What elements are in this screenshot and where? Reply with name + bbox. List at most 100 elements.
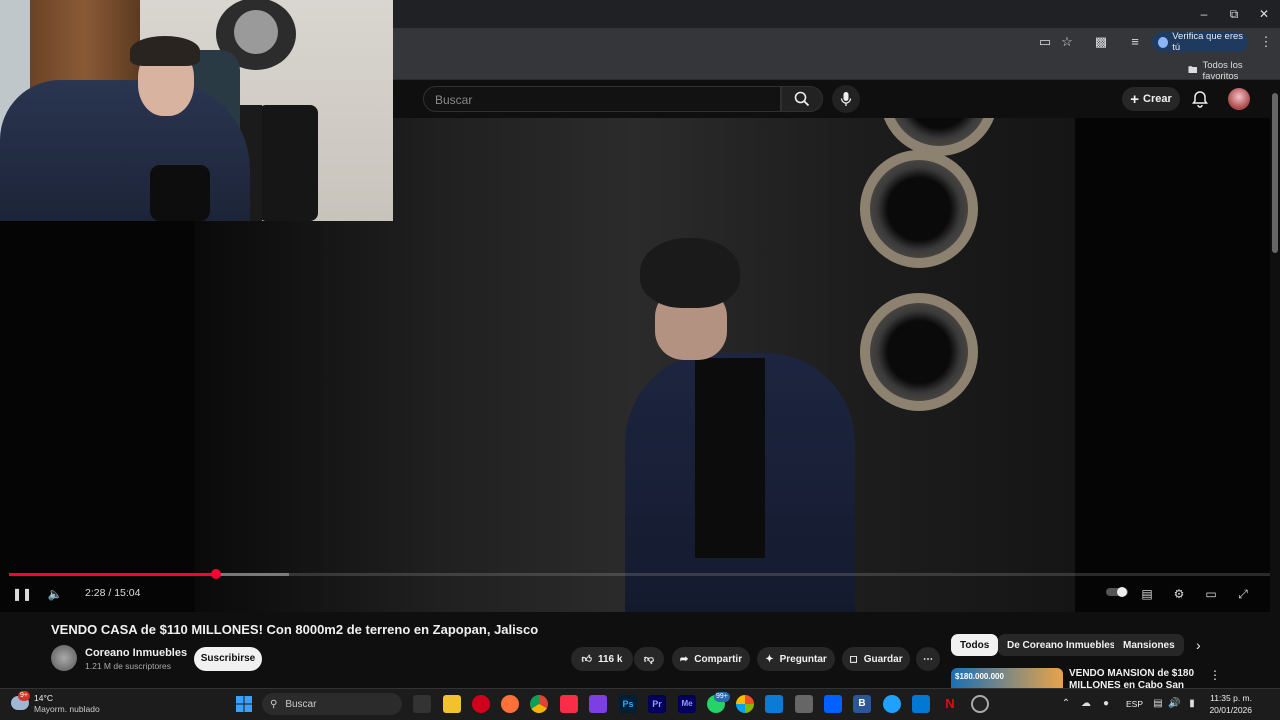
person-hair xyxy=(640,238,740,308)
copilot-icon[interactable] xyxy=(736,695,754,713)
bookmark-icon: ◻ xyxy=(849,653,858,665)
app-icon[interactable] xyxy=(589,695,607,713)
speaker-icon[interactable]: 🔊 xyxy=(1168,698,1180,710)
folder-icon: 🖿 xyxy=(1188,65,1198,76)
weather-badge: 9+ xyxy=(18,691,30,701)
video-title: VENDO CASA de $110 MILLONES! Con 8000m2 … xyxy=(51,622,539,637)
reading-list-icon[interactable]: ≡ xyxy=(1126,33,1144,51)
webcam-overlay xyxy=(0,0,393,221)
recommendation-thumbnail[interactable]: $180.000.000 xyxy=(951,668,1063,690)
opera-icon[interactable] xyxy=(472,695,490,713)
battery-icon[interactable]: ▮ xyxy=(1186,698,1198,710)
wall-art-figure xyxy=(234,10,278,54)
save-button[interactable]: ◻ Guardar xyxy=(842,647,910,671)
profile-icon xyxy=(1158,36,1169,48)
chrome-icon[interactable] xyxy=(530,695,548,713)
premiere-icon[interactable]: Pr xyxy=(648,695,666,713)
save-label: Guardar xyxy=(863,653,903,665)
all-bookmarks-label: Todos los favoritos xyxy=(1202,60,1243,82)
language-indicator[interactable]: ESP xyxy=(1126,699,1143,709)
notifications-button[interactable] xyxy=(1190,89,1210,109)
recommendation-title[interactable]: VENDO MANSIÓN de $180 MILLONES en Cabo S… xyxy=(1069,668,1201,690)
search-input[interactable]: Buscar xyxy=(423,86,781,112)
more-horizontal-icon: ⋯ xyxy=(923,653,933,665)
weather-description: Mayorm. nublado xyxy=(34,704,100,714)
photoshop-icon[interactable]: Ps xyxy=(619,695,637,713)
account-avatar[interactable] xyxy=(1228,88,1250,110)
store-icon[interactable] xyxy=(765,695,783,713)
miniplayer-icon[interactable]: ▭ xyxy=(1202,585,1220,603)
progress-played xyxy=(9,573,216,576)
whatsapp-badge: 99+ xyxy=(714,692,730,702)
subtitles-icon[interactable]: ▤ xyxy=(1138,585,1156,603)
media-encoder-icon[interactable]: Me xyxy=(678,695,696,713)
weather-temperature: 14°C xyxy=(34,693,53,703)
scrollbar-thumb[interactable] xyxy=(1272,93,1278,253)
channel-subscribers: 1.21 M de suscriptores xyxy=(85,661,171,671)
voice-search-button[interactable] xyxy=(832,85,860,113)
firefox-icon[interactable] xyxy=(501,695,519,713)
thumbs-up-icon: 👍︎ xyxy=(581,654,592,665)
taskbar-search[interactable]: ⚲ Buscar xyxy=(262,693,402,715)
bookmark-star-icon[interactable]: ☆ xyxy=(1058,33,1076,51)
channel-name[interactable]: Coreano Inmuebles xyxy=(85,647,187,659)
obs-icon[interactable] xyxy=(971,695,989,713)
create-button[interactable]: + Crear xyxy=(1122,87,1180,111)
taskbar-search-label: Buscar xyxy=(285,698,317,710)
share-icon: ➦ xyxy=(679,653,689,665)
share-button[interactable]: ➦ Compartir xyxy=(672,647,750,671)
bell-icon xyxy=(1192,91,1208,108)
chip-all[interactable]: Todos xyxy=(951,634,999,656)
time-display: 2:28 / 15:04 xyxy=(85,587,141,599)
subscribe-button[interactable]: Suscribirse xyxy=(194,647,262,671)
chip-channel[interactable]: De Coreano Inmuebles xyxy=(998,634,1125,656)
create-label: Crear xyxy=(1143,93,1172,105)
ask-label: Preguntar xyxy=(779,653,827,665)
music-icon[interactable] xyxy=(560,695,578,713)
microphone-icon xyxy=(840,92,852,106)
extensions-icon[interactable]: ▩ xyxy=(1092,33,1110,51)
mirror-middle xyxy=(860,150,978,268)
tray-mic-icon[interactable]: ● xyxy=(1100,698,1112,710)
all-bookmarks-button[interactable]: 🖿 Todos los favoritos xyxy=(1188,60,1280,82)
settings-gear-icon[interactable]: ⚙ xyxy=(1170,585,1188,603)
share-label: Compartir xyxy=(694,653,743,665)
verify-label: Verifica que eres tú xyxy=(1172,31,1244,53)
tray-cloud-icon[interactable]: ☁ xyxy=(1080,698,1092,710)
netflix-icon[interactable]: N xyxy=(941,695,959,713)
restore-icon[interactable]: ⧉ xyxy=(1222,4,1246,24)
app-icon-2[interactable] xyxy=(795,695,813,713)
file-explorer-icon[interactable] xyxy=(443,695,461,713)
close-icon[interactable]: ✕ xyxy=(1252,4,1276,24)
chrome-menu-icon[interactable]: ⋮ xyxy=(1257,33,1275,51)
recommendation-menu-icon[interactable]: ⋮ xyxy=(1209,668,1221,682)
outlook-icon[interactable] xyxy=(912,695,930,713)
fullscreen-icon[interactable]: ⤢ xyxy=(1234,585,1252,603)
clock-time[interactable]: 11:35 p. m. xyxy=(1208,693,1252,703)
mirror-bottom xyxy=(860,293,978,411)
chip-mansions[interactable]: Mansiones xyxy=(1114,634,1184,656)
like-button[interactable]: 👍︎ 116 k xyxy=(571,647,633,671)
b-app-icon[interactable]: B xyxy=(853,695,871,713)
windows-start-icon[interactable] xyxy=(235,695,253,713)
ask-button[interactable]: ✦ Preguntar xyxy=(757,647,835,671)
progress-scrubber[interactable] xyxy=(211,569,221,579)
minimize-icon[interactable]: – xyxy=(1192,4,1216,24)
chevron-right-icon[interactable]: › xyxy=(1196,637,1201,653)
network-icon[interactable]: ▤ xyxy=(1152,698,1164,710)
pause-icon[interactable]: ❚❚ xyxy=(12,585,32,603)
autoplay-toggle-icon[interactable] xyxy=(1106,585,1128,603)
task-view-icon[interactable] xyxy=(413,695,431,713)
search-icon xyxy=(794,91,810,107)
clock-date[interactable]: 20/01/2026 xyxy=(1208,705,1252,715)
dropbox-icon[interactable] xyxy=(824,695,842,713)
more-actions-button[interactable]: ⋯ xyxy=(916,647,940,671)
edge-icon[interactable] xyxy=(883,695,901,713)
install-app-icon[interactable]: ▭ xyxy=(1036,33,1054,51)
profile-verify-button[interactable]: Verifica que eres tú xyxy=(1152,31,1248,53)
dislike-button[interactable]: 👎︎ xyxy=(634,647,664,671)
channel-avatar[interactable] xyxy=(51,645,77,671)
tray-chevron-up-icon[interactable]: ⌃ xyxy=(1060,698,1072,710)
search-button[interactable] xyxy=(781,86,823,112)
volume-icon[interactable]: 🔈 xyxy=(46,585,64,603)
